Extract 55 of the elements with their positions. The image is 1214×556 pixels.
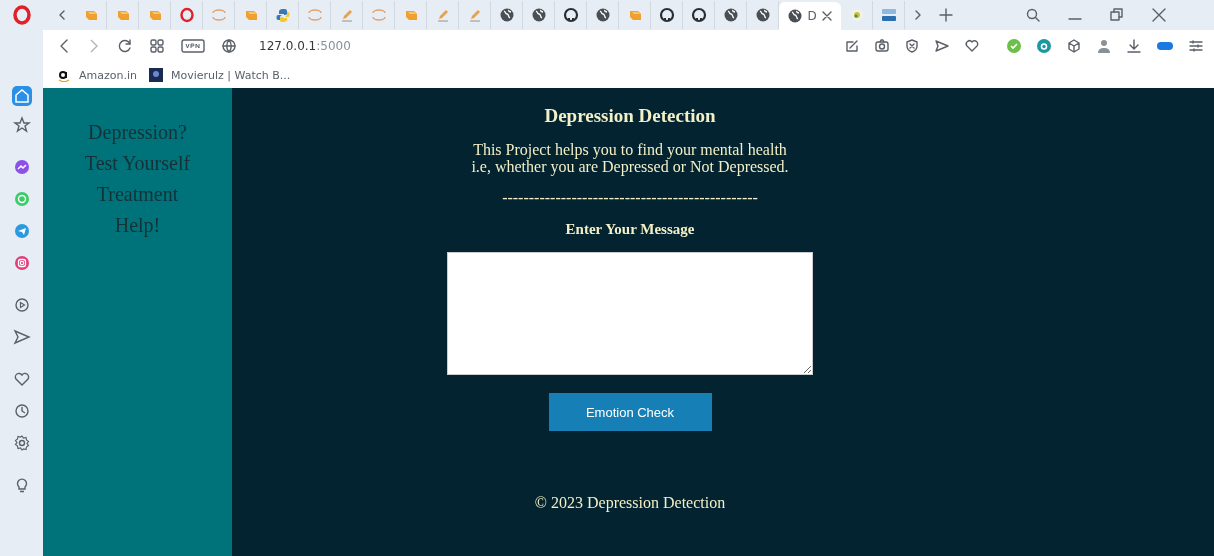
avatar-icon[interactable] (1096, 38, 1112, 54)
ring-icon (210, 7, 227, 23)
sidebar-button[interactable] (11, 86, 32, 106)
ring-icon (306, 7, 323, 23)
download-icon[interactable] (1126, 38, 1142, 54)
chevron-left-icon[interactable] (57, 8, 67, 22)
page-title: Depression Detection (544, 105, 716, 127)
toggle-icon[interactable] (1156, 41, 1174, 51)
opera-icon (178, 7, 195, 23)
nav-link[interactable]: Test Yourself (84, 149, 191, 177)
description-text: This Project helps you to find your mental health (472, 141, 788, 158)
globe-icon (594, 7, 611, 23)
globe-icon[interactable] (221, 38, 237, 54)
amazon-icon (57, 68, 71, 82)
address-field[interactable]: 127.0.0.1:5000 (259, 39, 351, 53)
message-label: Enter Your Message (565, 221, 695, 238)
opera-logo-icon[interactable] (11, 5, 32, 25)
send-icon[interactable] (934, 38, 950, 54)
menu-icon[interactable] (1188, 38, 1204, 54)
edit-icon[interactable] (844, 38, 860, 54)
vpn-badge-icon[interactable] (181, 39, 205, 53)
heart-icon[interactable] (964, 38, 980, 54)
ring-icon (370, 7, 387, 23)
nav-link[interactable]: Treatment (96, 180, 179, 208)
restore-icon[interactable] (1109, 7, 1125, 23)
star-icon (11, 115, 32, 135)
grid-icon[interactable] (149, 38, 165, 54)
close-icon[interactable] (820, 10, 833, 22)
bookmark[interactable]: Amazon.in (57, 68, 137, 82)
emotion-check-button[interactable]: Emotion Check (548, 393, 712, 431)
globe-icon (530, 7, 547, 23)
message-field[interactable] (447, 252, 813, 375)
browser-tab[interactable]: D (779, 2, 841, 30)
movie-icon (149, 68, 163, 82)
nav-link[interactable]: Help! (114, 211, 161, 239)
footer-text: © 2023 Depression Detection (534, 494, 726, 512)
reload-icon[interactable] (117, 38, 133, 54)
globe-icon (787, 8, 804, 24)
close-icon[interactable] (1151, 7, 1167, 23)
check-circle-icon[interactable] (1006, 38, 1022, 54)
dashed-divider: ------------------------------------------------ (502, 189, 758, 207)
shield-icon[interactable] (904, 38, 920, 54)
chevron-right-icon[interactable] (913, 8, 923, 22)
python-icon (274, 7, 291, 23)
send-icon (11, 327, 32, 347)
description-text: i.e, whether you are Depressed or Not Depressed. (471, 158, 789, 175)
bookmark[interactable]: Movierulz | Watch B... (149, 68, 291, 82)
globe-icon (722, 7, 739, 23)
search-icon[interactable] (1025, 7, 1041, 23)
nav-link[interactable]: Depression? (88, 118, 187, 146)
plus-icon[interactable] (939, 8, 953, 22)
globe-icon (754, 7, 771, 23)
globe-icon (498, 7, 515, 23)
cube-icon[interactable] (1066, 38, 1082, 54)
camera-icon[interactable] (874, 38, 890, 54)
